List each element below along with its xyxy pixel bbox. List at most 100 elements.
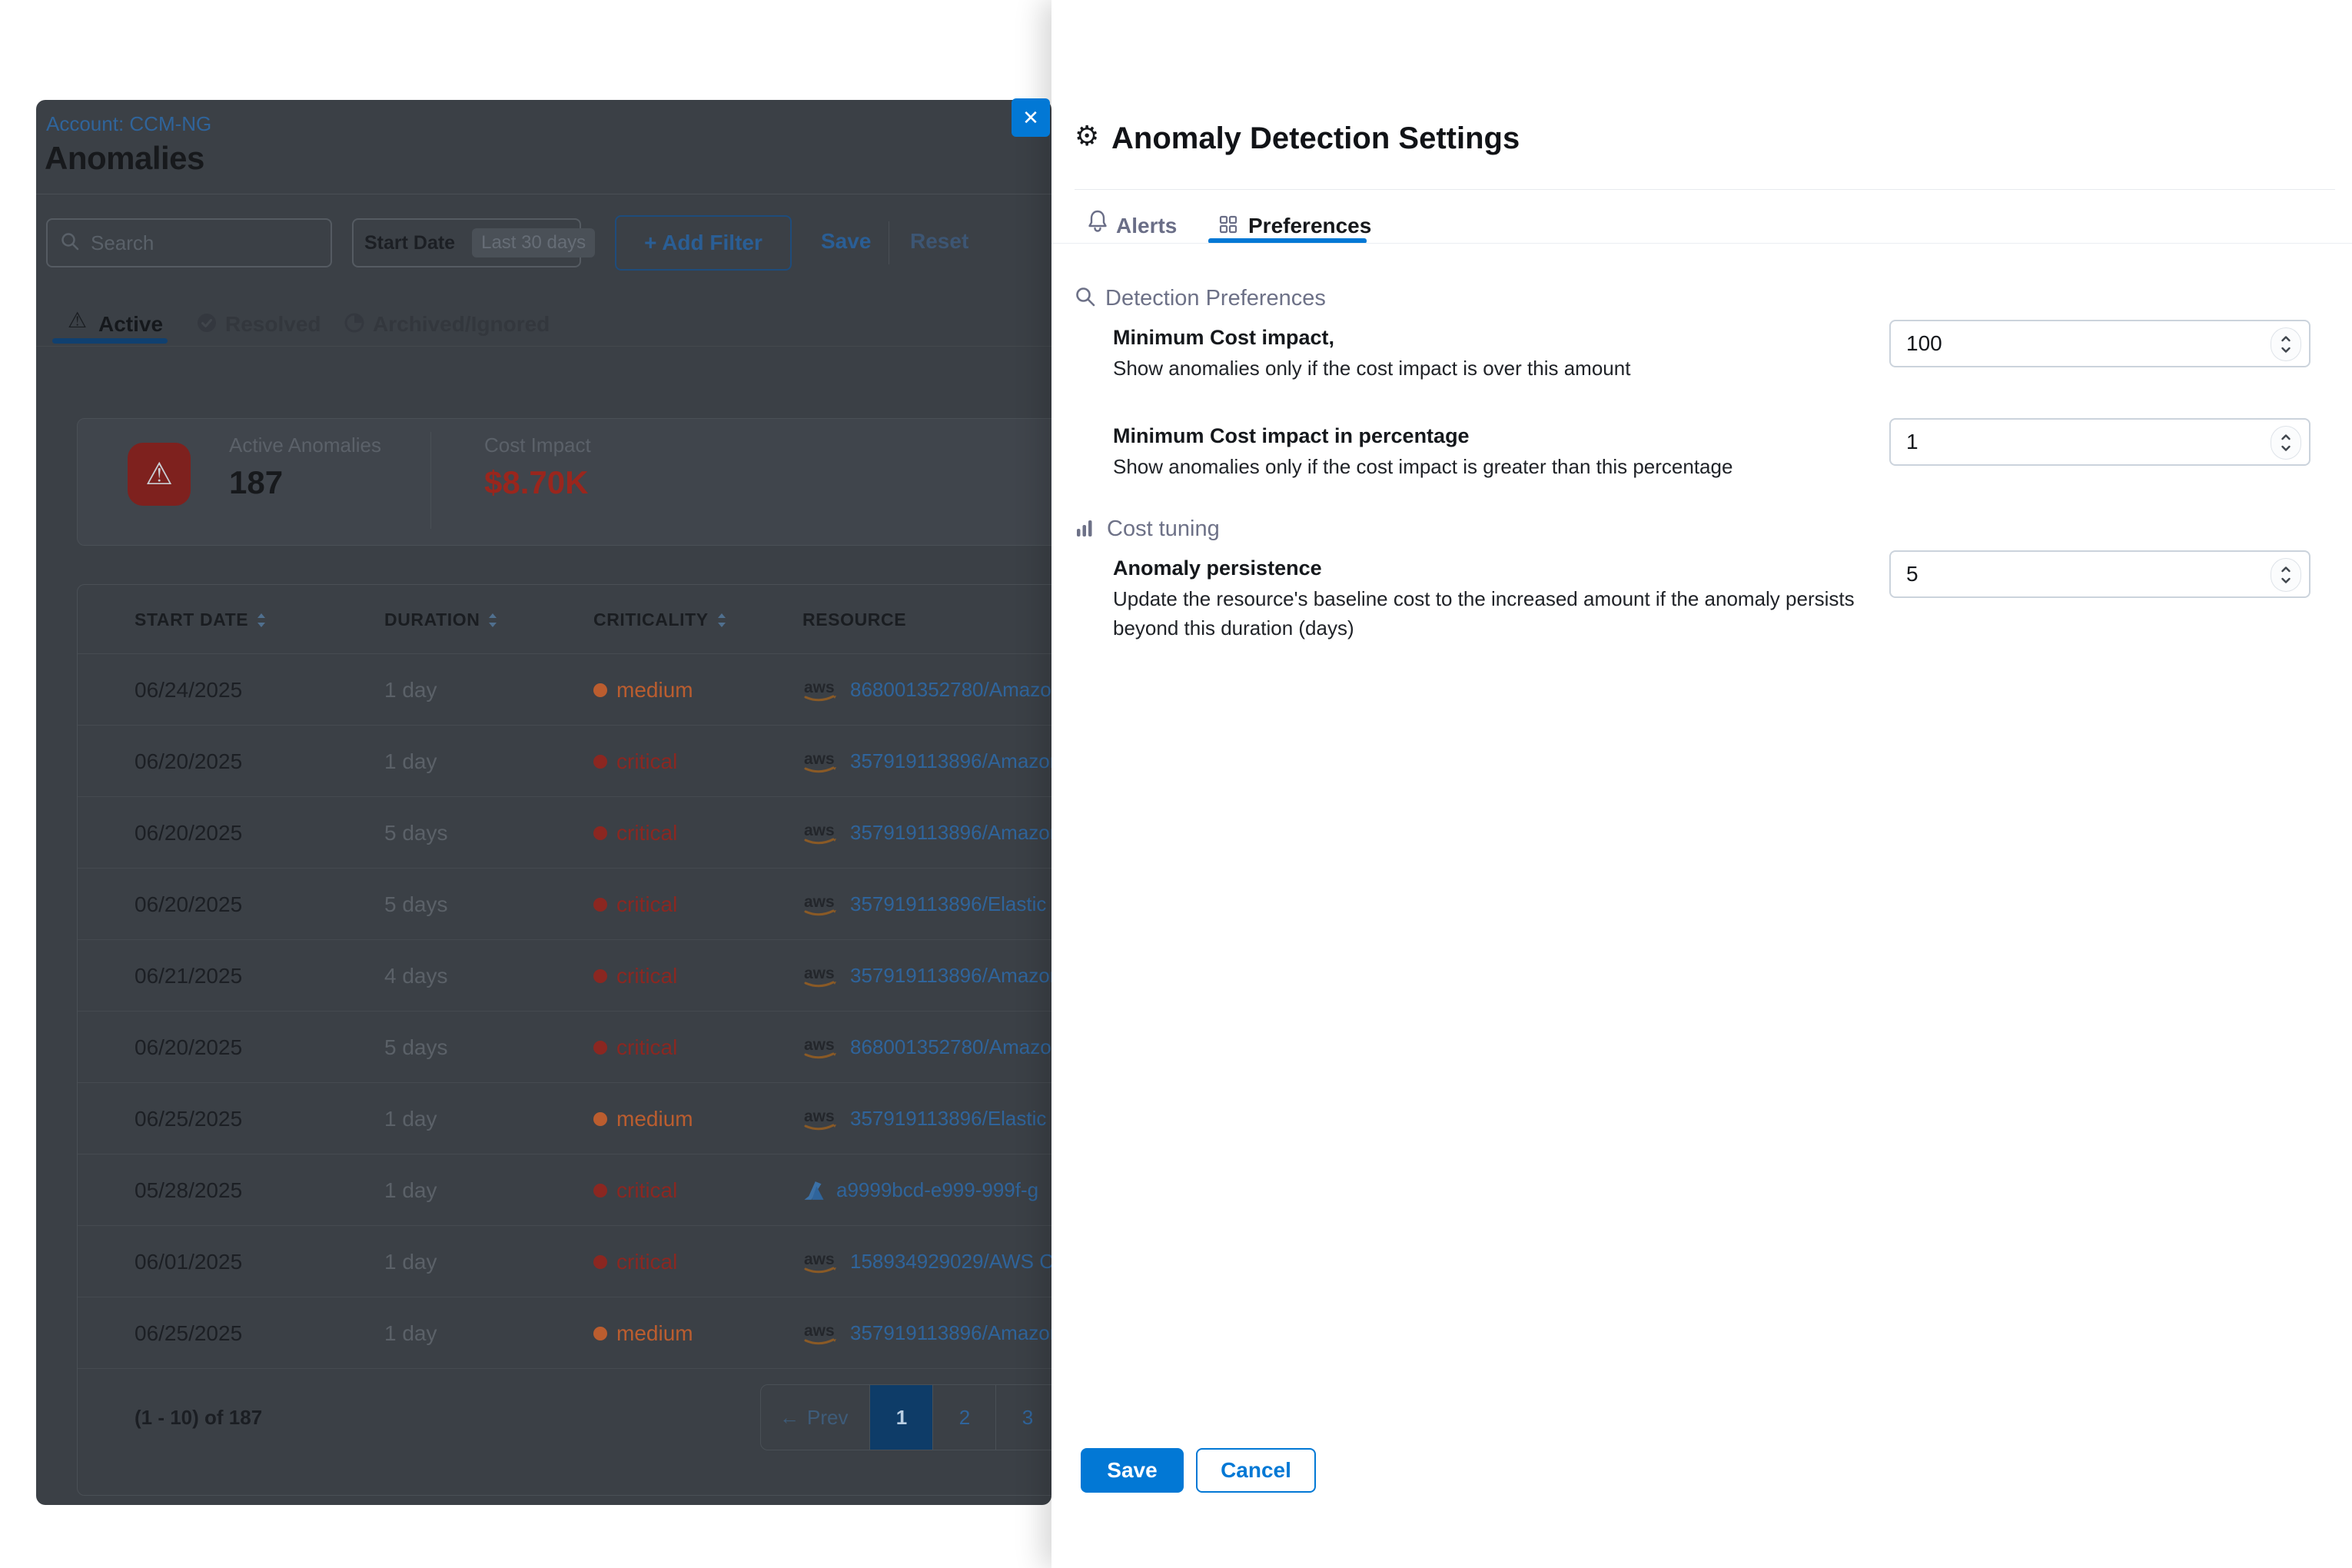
search-input[interactable] bbox=[91, 231, 318, 255]
filter-save-link[interactable]: Save bbox=[821, 229, 871, 254]
cell-criticality: critical bbox=[593, 797, 677, 869]
tab-alerts[interactable]: Alerts bbox=[1116, 214, 1177, 238]
criticality-dot bbox=[593, 683, 607, 697]
cell-resource: aws 357919113896/Amazon bbox=[802, 726, 1076, 797]
min-cost-percentage-input[interactable] bbox=[1891, 420, 2309, 464]
table-row[interactable]: 05/28/2025 1 day critical aws a9999bcd-e… bbox=[78, 1154, 1075, 1226]
table-row[interactable]: 06/21/2025 4 days critical aws 357919113… bbox=[78, 940, 1075, 1012]
column-header-start-date[interactable]: START DATE bbox=[135, 585, 267, 654]
page-button-3[interactable]: 3 bbox=[995, 1385, 1058, 1450]
resource-link[interactable]: 868001352780/Amazon bbox=[850, 1035, 1062, 1059]
azure-icon bbox=[802, 1179, 826, 1202]
anomalies-table: START DATE DURATION CRITICALITY RESOURCE… bbox=[77, 584, 1076, 1496]
column-header-duration[interactable]: DURATION bbox=[384, 585, 498, 654]
start-date-label: Start Date bbox=[364, 232, 455, 254]
add-filter-button[interactable]: + Add Filter bbox=[615, 215, 792, 271]
table-header-row: START DATE DURATION CRITICALITY RESOURCE bbox=[78, 585, 1075, 654]
stepper-control[interactable] bbox=[2271, 327, 2301, 361]
min-cost-impact-input[interactable] bbox=[1891, 321, 2309, 366]
cell-criticality: critical bbox=[593, 1154, 677, 1226]
aws-icon: aws bbox=[802, 1107, 839, 1131]
aws-icon: aws bbox=[802, 821, 839, 845]
cell-criticality: critical bbox=[593, 1226, 677, 1297]
page-title: Anomalies bbox=[45, 140, 204, 177]
svg-text:aws: aws bbox=[804, 822, 835, 839]
criticality-dot bbox=[593, 1327, 607, 1340]
search-section-icon bbox=[1075, 286, 1096, 311]
cell-resource: aws 868001352780/Amazon bbox=[802, 654, 1076, 726]
resource-link[interactable]: 357919113896/Elastic Lo bbox=[850, 892, 1075, 916]
table-row[interactable]: 06/20/2025 5 days critical aws 868001352… bbox=[78, 1012, 1075, 1083]
cell-duration: 1 day bbox=[384, 1297, 437, 1369]
svg-text:aws: aws bbox=[804, 893, 835, 911]
detection-preferences-heading: Detection Preferences bbox=[1105, 286, 1326, 311]
criticality-dot bbox=[593, 1184, 607, 1198]
table-row[interactable]: 06/01/2025 1 day critical aws 1589349290… bbox=[78, 1226, 1075, 1297]
resource-link[interactable]: 357919113896/Elastic Lo bbox=[850, 1107, 1075, 1131]
cell-criticality: medium bbox=[593, 654, 693, 726]
cancel-button[interactable]: Cancel bbox=[1196, 1448, 1316, 1493]
criticality-dot bbox=[593, 1112, 607, 1126]
grid-icon bbox=[1219, 215, 1237, 238]
cell-duration: 5 days bbox=[384, 797, 448, 869]
table-row[interactable]: 06/20/2025 5 days critical aws 357919113… bbox=[78, 869, 1075, 940]
panel-tabs-border bbox=[1051, 243, 2352, 244]
anomaly-settings-panel bbox=[1051, 0, 2352, 1568]
aws-icon: aws bbox=[802, 1250, 839, 1274]
prev-page-button[interactable]: ← Prev bbox=[761, 1385, 869, 1450]
date-range-chip[interactable]: Last 30 days bbox=[472, 228, 595, 257]
search-box[interactable] bbox=[46, 218, 332, 267]
cell-criticality: critical bbox=[593, 869, 677, 940]
cell-start-date: 06/20/2025 bbox=[135, 797, 242, 869]
min-cost-percentage-input-wrap bbox=[1889, 418, 2310, 466]
filter-reset-link: Reset bbox=[910, 229, 968, 254]
cell-resource: aws 357919113896/Amazon bbox=[802, 1297, 1076, 1369]
stepper-control[interactable] bbox=[2271, 558, 2301, 592]
svg-text:aws: aws bbox=[804, 1036, 835, 1054]
cell-resource: aws 868001352780/Amazon bbox=[802, 1012, 1076, 1083]
table-row[interactable]: 06/24/2025 1 day medium aws 868001352780… bbox=[78, 654, 1075, 726]
criticality-dot bbox=[593, 755, 607, 769]
tab-active[interactable]: Active bbox=[98, 312, 163, 337]
start-date-filter[interactable]: Start Date Last 30 days bbox=[352, 218, 581, 267]
cell-duration: 1 day bbox=[384, 654, 437, 726]
criticality-dot bbox=[593, 969, 607, 983]
resource-link[interactable]: a9999bcd-e999-999f-g bbox=[836, 1178, 1038, 1202]
table-row[interactable]: 06/20/2025 5 days critical aws 357919113… bbox=[78, 797, 1075, 869]
resource-link[interactable]: 158934929029/AWS Co bbox=[850, 1250, 1065, 1274]
table-row[interactable]: 06/20/2025 1 day critical aws 3579191138… bbox=[78, 726, 1075, 797]
min-cost-impact-input-wrap bbox=[1889, 320, 2310, 367]
aws-icon: aws bbox=[802, 749, 839, 774]
breadcrumb-account-link[interactable]: Account: CCM-NG bbox=[46, 112, 211, 136]
gear-icon: ⚙ bbox=[1075, 120, 1099, 152]
tab-preferences[interactable]: Preferences bbox=[1248, 214, 1371, 238]
anomaly-persistence-input[interactable] bbox=[1891, 552, 2309, 596]
table-body: 06/24/2025 1 day medium aws 868001352780… bbox=[78, 654, 1075, 1369]
resource-link[interactable]: 357919113896/Amazon bbox=[850, 821, 1061, 845]
search-icon bbox=[60, 231, 80, 255]
column-header-criticality[interactable]: CRITICALITY bbox=[593, 585, 727, 654]
cell-resource: aws 357919113896/Amazon bbox=[802, 940, 1076, 1012]
panel-title: Anomaly Detection Settings bbox=[1111, 121, 1520, 156]
close-panel-button[interactable]: ✕ bbox=[1012, 98, 1050, 137]
page-button-2[interactable]: 2 bbox=[932, 1385, 995, 1450]
page-button-1[interactable]: 1 bbox=[869, 1385, 932, 1450]
min-cost-percentage-description: Show anomalies only if the cost impact i… bbox=[1113, 452, 1732, 481]
resource-link[interactable]: 357919113896/Amazon bbox=[850, 1321, 1061, 1345]
table-row[interactable]: 06/25/2025 1 day medium aws 357919113896… bbox=[78, 1083, 1075, 1154]
tab-archived-ignored[interactable]: Archived/Ignored bbox=[373, 312, 550, 337]
pagination-range: (1 - 10) of 187 bbox=[135, 1384, 262, 1450]
save-button[interactable]: Save bbox=[1081, 1448, 1184, 1493]
cell-duration: 1 day bbox=[384, 1083, 437, 1154]
anomaly-persistence-input-wrap bbox=[1889, 550, 2310, 598]
resource-link[interactable]: 357919113896/Amazon bbox=[850, 749, 1061, 773]
stepper-control[interactable] bbox=[2271, 426, 2301, 460]
anomaly-persistence-description: Update the resource's baseline cost to t… bbox=[1113, 584, 1897, 643]
cell-start-date: 06/01/2025 bbox=[135, 1226, 242, 1297]
cell-duration: 5 days bbox=[384, 869, 448, 940]
resource-link[interactable]: 357919113896/Amazon bbox=[850, 964, 1061, 988]
table-row[interactable]: 06/25/2025 1 day medium aws 357919113896… bbox=[78, 1297, 1075, 1369]
svg-text:aws: aws bbox=[804, 750, 835, 768]
resource-link[interactable]: 868001352780/Amazon bbox=[850, 678, 1062, 702]
tab-resolved[interactable]: Resolved bbox=[225, 312, 321, 337]
